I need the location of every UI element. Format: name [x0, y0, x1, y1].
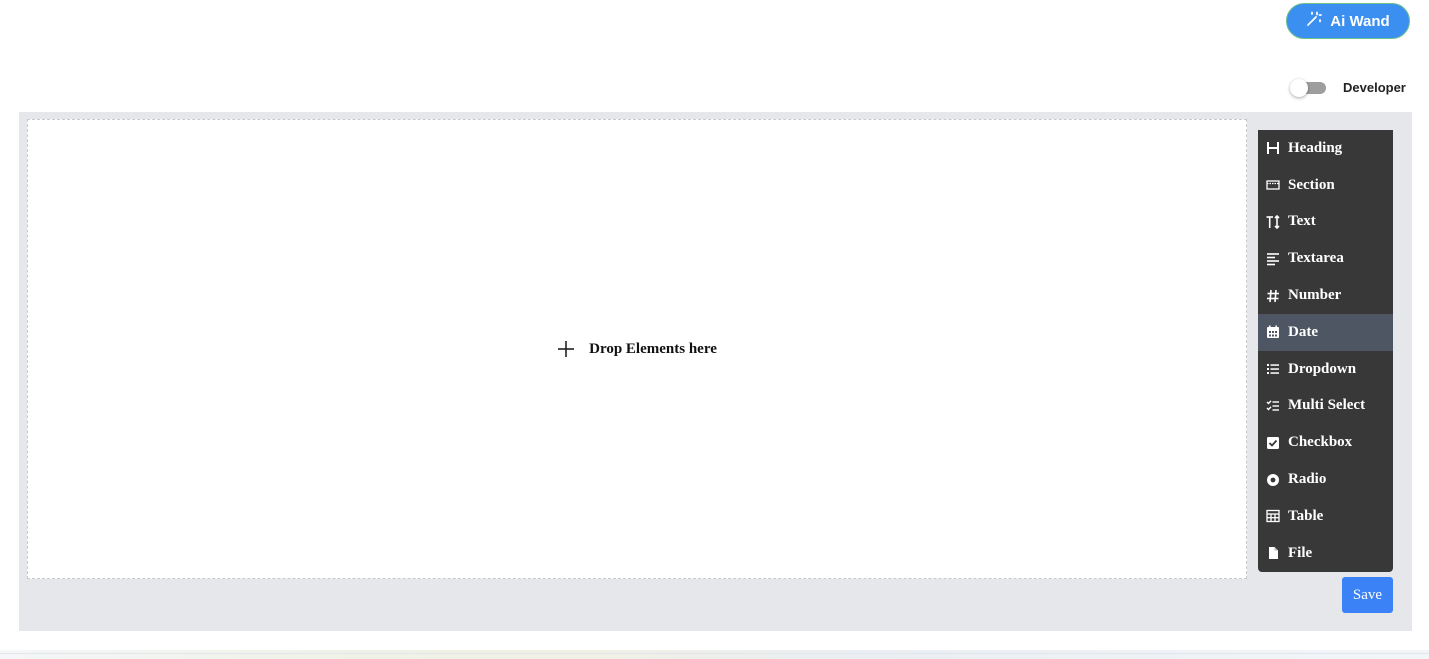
palette-item-radio[interactable]: Radio	[1258, 461, 1393, 498]
radio-icon	[1266, 473, 1280, 487]
developer-label: Developer	[1343, 80, 1406, 95]
checkbox-icon	[1266, 436, 1280, 450]
bottom-edge	[0, 650, 1429, 659]
palette-item-section[interactable]: Section	[1258, 167, 1393, 204]
file-icon	[1266, 546, 1280, 560]
section-icon	[1266, 178, 1280, 192]
palette-item-text[interactable]: Text	[1258, 204, 1393, 241]
calendar-icon	[1266, 325, 1280, 339]
hash-icon	[1266, 289, 1280, 303]
palette-item-label: Heading	[1288, 139, 1343, 156]
palette-item-label: Radio	[1288, 471, 1327, 488]
palette-item-textarea[interactable]: Textarea	[1258, 240, 1393, 277]
palette-item-label: Text	[1288, 213, 1316, 230]
toggle-knob	[1290, 79, 1308, 97]
drop-zone[interactable]: Drop Elements here	[27, 119, 1247, 579]
palette-item-checkbox[interactable]: Checkbox	[1258, 424, 1393, 461]
align-left-icon	[1266, 252, 1280, 266]
form-builder-workspace: Drop Elements here Heading Section Text …	[19, 112, 1412, 631]
magic-wand-icon	[1306, 11, 1323, 31]
checklist-icon	[1266, 399, 1280, 413]
palette-item-file[interactable]: File	[1258, 535, 1393, 572]
palette-item-label: Section	[1288, 176, 1335, 193]
palette-item-heading[interactable]: Heading	[1258, 130, 1393, 167]
palette-item-label: Multi Select	[1288, 397, 1366, 414]
palette-item-label: Table	[1288, 507, 1324, 524]
ai-wand-button[interactable]: Ai Wand	[1286, 3, 1410, 39]
palette-item-table[interactable]: Table	[1258, 498, 1393, 535]
heading-icon	[1266, 141, 1280, 155]
table-icon	[1266, 509, 1280, 523]
palette-item-label: Checkbox	[1288, 434, 1353, 451]
palette-item-label: File	[1288, 544, 1313, 561]
palette-item-label: Textarea	[1288, 250, 1344, 267]
palette-item-number[interactable]: Number	[1258, 277, 1393, 314]
palette-item-label: Dropdown	[1288, 360, 1357, 377]
plus-icon	[557, 340, 575, 358]
text-size-icon	[1266, 214, 1280, 229]
palette-item-dropdown[interactable]: Dropdown	[1258, 351, 1393, 388]
palette-item-label: Date	[1288, 323, 1318, 340]
drop-zone-label: Drop Elements here	[589, 340, 717, 357]
palette-item-date[interactable]: Date	[1258, 313, 1393, 351]
palette-item-label: Number	[1288, 287, 1342, 304]
element-palette: Heading Section Text Textarea Number Dat…	[1258, 130, 1393, 572]
palette-item-multi-select[interactable]: Multi Select	[1258, 388, 1393, 425]
save-button[interactable]: Save	[1342, 577, 1393, 613]
developer-toggle[interactable]	[1290, 79, 1326, 97]
list-icon	[1266, 362, 1280, 376]
ai-wand-label: Ai Wand	[1330, 12, 1390, 30]
